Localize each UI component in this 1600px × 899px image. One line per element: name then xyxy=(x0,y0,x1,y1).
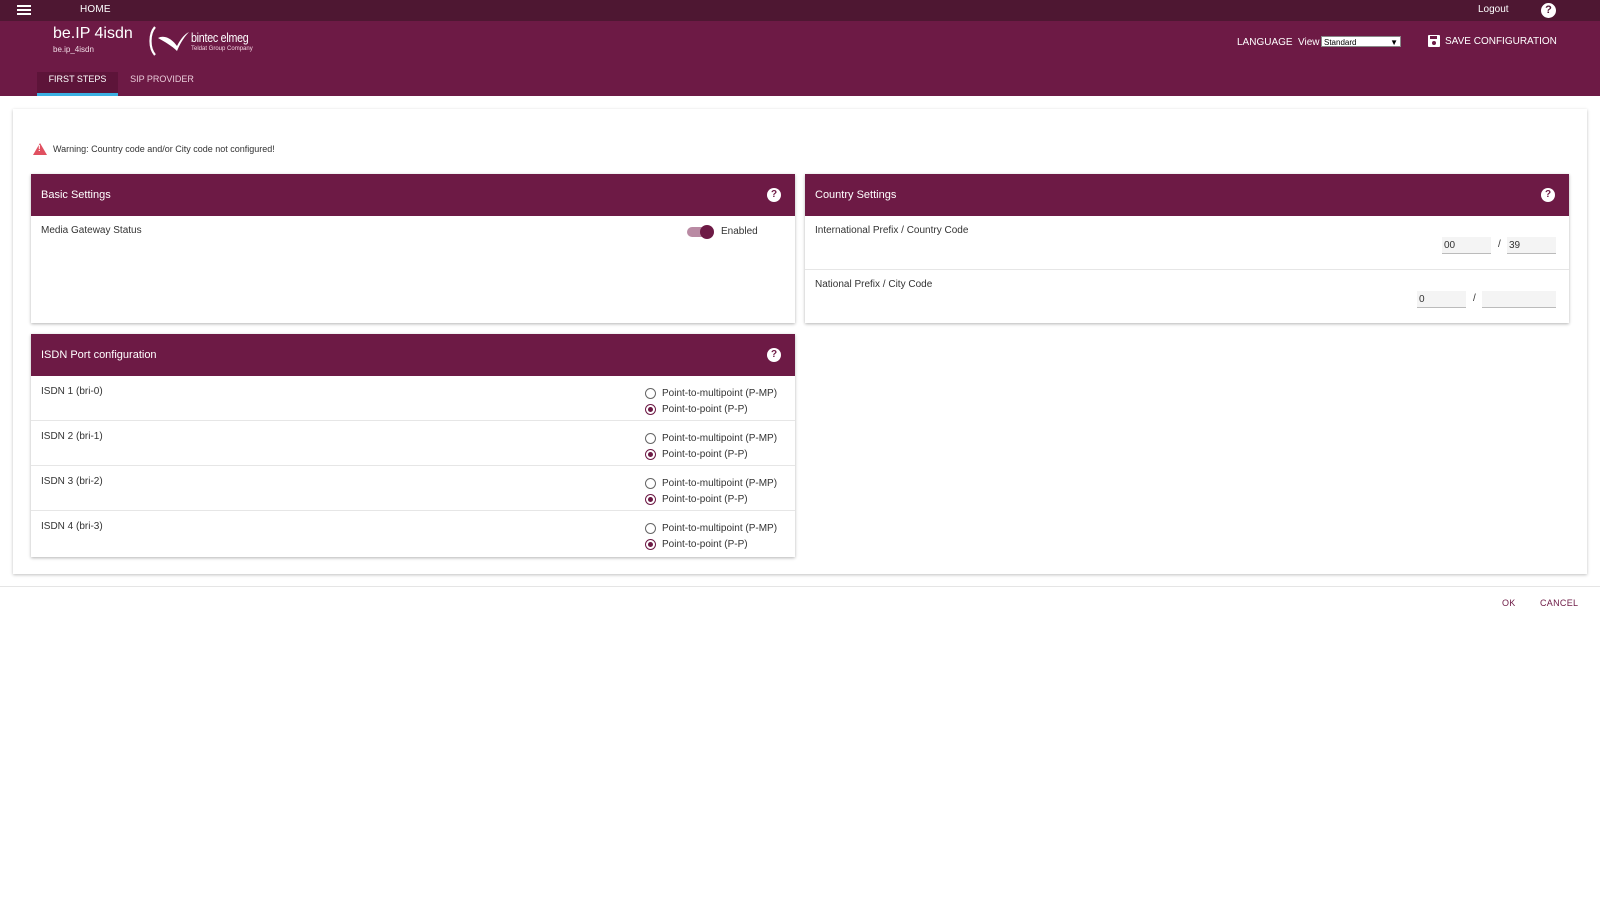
device-name: be.IP 4isdn xyxy=(53,25,133,42)
city-code-input[interactable] xyxy=(1482,291,1556,308)
isdn4-pp-option[interactable]: Point-to-point (P-P) xyxy=(645,539,748,550)
tab-first-steps[interactable]: FIRST STEPS xyxy=(37,72,118,96)
isdn2-pmp-option[interactable]: Point-to-multipoint (P-MP) xyxy=(645,433,777,444)
option-label: Point-to-multipoint (P-MP) xyxy=(662,388,778,399)
view-label: View xyxy=(1298,37,1320,48)
footer-divider xyxy=(0,586,1600,587)
isdn-port-label: ISDN 4 (bri-3) xyxy=(41,521,103,532)
country-settings-header: Country Settings ? xyxy=(805,174,1569,216)
media-gateway-toggle[interactable] xyxy=(687,225,714,239)
option-label: Point-to-multipoint (P-MP) xyxy=(662,523,778,534)
warning-message: Warning: Country code and/or City code n… xyxy=(33,143,275,155)
isdn4-pmp-option[interactable]: Point-to-multipoint (P-MP) xyxy=(645,523,777,534)
home-link[interactable]: HOME xyxy=(80,4,111,15)
language-menu[interactable]: LANGUAGE xyxy=(1237,37,1293,48)
device-hostname: be.ip_4isdn xyxy=(53,45,94,54)
basic-settings-panel: Basic Settings ? Media Gateway Status En… xyxy=(31,174,795,323)
media-gateway-status-label: Media Gateway Status xyxy=(41,225,142,236)
isdn-port-title: ISDN Port configuration xyxy=(41,349,157,361)
isdn1-pp-option[interactable]: Point-to-point (P-P) xyxy=(645,404,748,415)
main-content: Warning: Country code and/or City code n… xyxy=(13,109,1587,574)
basic-settings-title: Basic Settings xyxy=(41,189,111,201)
radio-button[interactable] xyxy=(645,523,656,534)
warning-icon xyxy=(33,143,47,155)
help-icon[interactable]: ? xyxy=(767,188,781,202)
isdn-port-row: ISDN 4 (bri-3) Point-to-multipoint (P-MP… xyxy=(31,511,795,556)
warning-text: Warning: Country code and/or City code n… xyxy=(53,144,275,154)
isdn-port-label: ISDN 3 (bri-2) xyxy=(41,476,103,487)
isdn-port-label: ISDN 1 (bri-0) xyxy=(41,386,103,397)
save-configuration-label: SAVE CONFIGURATION xyxy=(1445,35,1557,47)
logo-brand: bintec elmeg xyxy=(191,30,249,45)
isdn-port-header: ISDN Port configuration ? xyxy=(31,334,795,376)
radio-button[interactable] xyxy=(645,388,656,399)
option-label: Point-to-point (P-P) xyxy=(662,449,748,460)
chevron-down-icon: ▼ xyxy=(1390,38,1398,47)
save-configuration-button[interactable]: SAVE CONFIGURATION xyxy=(1428,35,1557,47)
isdn-port-row: ISDN 2 (bri-1) Point-to-multipoint (P-MP… xyxy=(31,421,795,466)
tab-sip-provider[interactable]: SIP PROVIDER xyxy=(126,72,198,96)
bintec-elmeg-logo: bintec elmeg Teldat Group Company xyxy=(147,24,253,60)
floppy-disk-icon xyxy=(1428,35,1440,47)
basic-settings-header: Basic Settings ? xyxy=(31,174,795,216)
option-label: Point-to-point (P-P) xyxy=(662,539,748,550)
option-label: Point-to-multipoint (P-MP) xyxy=(662,478,778,489)
separator: / xyxy=(1498,239,1501,250)
isdn1-pmp-option[interactable]: Point-to-multipoint (P-MP) xyxy=(645,388,777,399)
isdn-port-row: ISDN 1 (bri-0) Point-to-multipoint (P-MP… xyxy=(31,376,795,421)
header: be.IP 4isdn be.ip_4isdn bintec elmeg Tel… xyxy=(0,21,1600,96)
top-bar: HOME Logout ? xyxy=(0,0,1600,21)
isdn3-pmp-option[interactable]: Point-to-multipoint (P-MP) xyxy=(645,478,777,489)
isdn3-pp-option[interactable]: Point-to-point (P-P) xyxy=(645,494,748,505)
help-icon[interactable]: ? xyxy=(1541,188,1555,202)
separator: / xyxy=(1473,293,1476,304)
media-gateway-state: Enabled xyxy=(721,226,758,237)
logout-link[interactable]: Logout xyxy=(1478,4,1509,15)
view-select[interactable]: Standard ▼ xyxy=(1321,36,1401,47)
cancel-button[interactable]: CANCEL xyxy=(1540,598,1578,608)
radio-button-checked[interactable] xyxy=(645,449,656,460)
isdn-port-label: ISDN 2 (bri-1) xyxy=(41,431,103,442)
option-label: Point-to-point (P-P) xyxy=(662,404,748,415)
logo-subtitle: Teldat Group Company xyxy=(191,46,253,52)
radio-button[interactable] xyxy=(645,478,656,489)
divider xyxy=(805,269,1569,270)
help-icon[interactable]: ? xyxy=(767,348,781,362)
radio-button[interactable] xyxy=(645,433,656,444)
ok-button[interactable]: OK xyxy=(1502,598,1516,608)
national-prefix-input[interactable] xyxy=(1417,291,1466,308)
country-settings-panel: Country Settings ? International Prefix … xyxy=(805,174,1569,323)
country-code-input[interactable] xyxy=(1507,237,1556,254)
bird-logo-icon xyxy=(149,26,189,56)
radio-button-checked[interactable] xyxy=(645,539,656,550)
international-prefix-label: International Prefix / Country Code xyxy=(815,225,969,236)
menu-icon[interactable] xyxy=(17,5,31,17)
option-label: Point-to-point (P-P) xyxy=(662,494,748,505)
view-select-value: Standard xyxy=(1324,38,1357,47)
radio-button-checked[interactable] xyxy=(645,494,656,505)
help-icon[interactable]: ? xyxy=(1541,3,1556,18)
option-label: Point-to-multipoint (P-MP) xyxy=(662,433,778,444)
national-prefix-label: National Prefix / City Code xyxy=(815,279,933,290)
isdn-port-configuration-panel: ISDN Port configuration ? ISDN 1 (bri-0)… xyxy=(31,334,795,557)
isdn-port-row: ISDN 3 (bri-2) Point-to-multipoint (P-MP… xyxy=(31,466,795,511)
international-prefix-input[interactable] xyxy=(1442,237,1491,254)
isdn2-pp-option[interactable]: Point-to-point (P-P) xyxy=(645,449,748,460)
radio-button-checked[interactable] xyxy=(645,404,656,415)
country-settings-title: Country Settings xyxy=(815,189,897,201)
